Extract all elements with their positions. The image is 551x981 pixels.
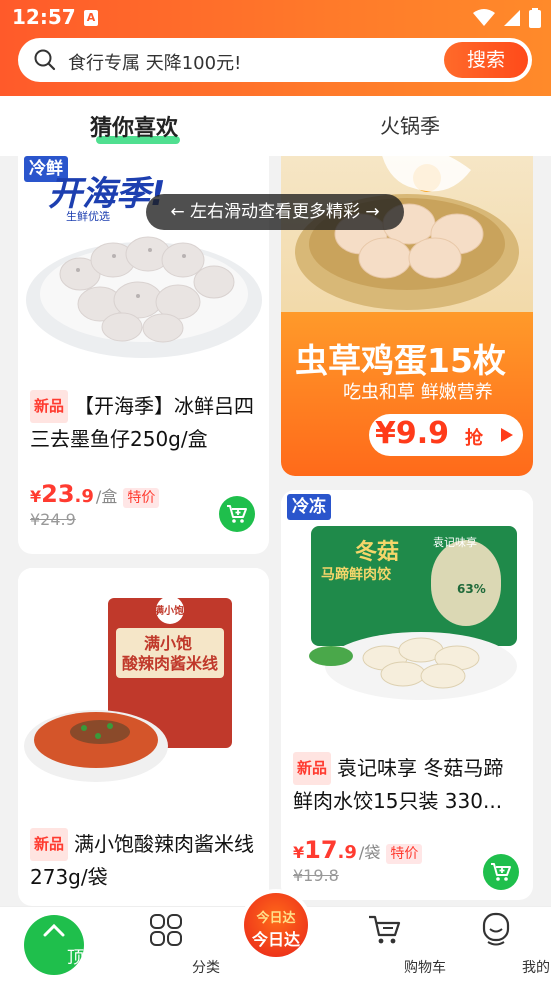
original-price: ¥24.9 [30, 510, 76, 529]
banner-price: ¥9.9 [375, 416, 450, 451]
banner-subtitle: 吃虫和草 鲜嫩营养 [343, 382, 493, 403]
today-delivery-button[interactable]: 今日达 今日达 [240, 889, 312, 961]
frozen-badge: 冷冻 [287, 494, 331, 520]
today-delivery-logo: 今日达 今日达 [244, 893, 308, 957]
back-to-top-label: 顶部 [67, 948, 101, 968]
banner-title: 虫草鸡蛋15枚 [295, 341, 506, 380]
new-tag: 新品 [293, 752, 332, 785]
product-feed[interactable]: 冷鲜 开海季! 生鲜优选 新品 【开海季】冰鲜吕四三去墨鱼仔250g/盒 ¥ 23… [0, 156, 551, 906]
swipe-hint-toast: ← 左右滑动查看更多精彩 → [146, 194, 404, 230]
bottom-nav: 顶部 分类 今日达 今日达 购物车 我的 [0, 889, 551, 981]
play-arrow-icon [501, 428, 513, 442]
price-unit: /盒 [95, 487, 118, 506]
header: 12:57 A 食行专属 天降100元! 搜索 [0, 0, 551, 96]
new-tag: 新品 [30, 390, 69, 423]
status-bar: 12:57 A [0, 0, 551, 36]
price-currency: ¥ [30, 487, 42, 506]
cart-icon [369, 915, 401, 944]
promo-image-subtext: 生鲜优选 [66, 210, 110, 223]
search-icon [34, 49, 56, 71]
package-brand-text: 袁记味享 [433, 536, 477, 549]
product-title: 新品 【开海季】冰鲜吕四三去墨鱼仔250g/盒 [30, 390, 259, 456]
chevron-up-icon [43, 923, 65, 937]
today-delivery-line2: 今日达 [251, 930, 300, 949]
product-title: 新品 袁记味享 冬菇马蹄鲜肉水饺15只装 330... [293, 752, 523, 818]
product-card[interactable]: 满小饱 满小饱 酸辣肉酱米线 新品 满小饱酸辣肉酱米线273g/袋 [18, 568, 269, 906]
package-percent-text: 63% [457, 582, 486, 596]
signal-icon [504, 10, 520, 26]
nav-cart-label: 购物车 [404, 960, 446, 976]
search-bar[interactable]: 食行专属 天降100元! 搜索 [18, 38, 532, 82]
search-button[interactable]: 搜索 [444, 42, 528, 78]
new-tag: 新品 [30, 828, 69, 861]
banner-cta: 抢 [465, 428, 483, 449]
search-input[interactable]: 食行专属 天降100元! [68, 49, 241, 75]
special-tag: 特价 [386, 844, 423, 864]
nav-category-label: 分类 [192, 960, 220, 976]
arrow-left-icon: ← [170, 202, 185, 222]
product-image [18, 568, 269, 798]
product-title: 新品 满小饱酸辣肉酱米线273g/袋 [30, 828, 259, 894]
original-price: ¥19.8 [293, 866, 339, 885]
special-tag: 特价 [123, 488, 160, 508]
swipe-hint-text: 左右滑动查看更多精彩 [190, 202, 360, 222]
status-icons [473, 8, 541, 28]
price-row: ¥ 17 .9 /袋 特价 [293, 836, 423, 864]
add-to-cart-button[interactable] [219, 496, 255, 532]
banner-image [281, 156, 533, 322]
today-delivery-line1: 今日达 [256, 911, 296, 926]
cart-icon [227, 505, 247, 523]
battery-icon [529, 8, 541, 28]
status-time: 12:57 [12, 5, 76, 29]
cart-icon [491, 863, 511, 881]
wifi-icon [473, 9, 495, 26]
price-decimal: .9 [74, 486, 94, 507]
price-decimal: .9 [337, 842, 357, 863]
package-brand-text: 满小饱 [154, 606, 184, 617]
price-unit: /袋 [358, 843, 381, 862]
user-icon [482, 912, 510, 946]
arrow-right-icon: → [365, 202, 380, 222]
product-card[interactable]: 冷冻 冬菇 马蹄鲜肉饺 袁记味享 63% 新品 袁记味享 冬菇马蹄鲜肉水饺15只装… [281, 490, 533, 900]
notification-app-icon: A [84, 10, 98, 26]
package-text-line2: 马蹄鲜肉饺 [321, 567, 391, 583]
banner-price-pill[interactable]: ¥9.9 抢 [369, 414, 523, 456]
price-row: ¥ 23 .9 /盒 特价 [30, 480, 160, 508]
package-text-line1: 冬菇 [355, 540, 400, 565]
add-to-cart-button[interactable] [483, 854, 519, 890]
product-image [281, 490, 533, 720]
package-text-line2: 酸辣肉酱米线 [122, 654, 219, 673]
tab-hotpot[interactable]: 火锅季 [380, 110, 440, 139]
back-to-top-button[interactable]: 顶部 [24, 915, 101, 975]
price-integer: 17 [304, 836, 338, 864]
tab-recommended[interactable]: 猜你喜欢 [90, 110, 178, 142]
nav-mine-label: 我的 [522, 960, 550, 976]
price-integer: 23 [41, 480, 75, 508]
price-currency: ¥ [293, 843, 305, 862]
tab-bar: 猜你喜欢 火锅季 [0, 96, 551, 156]
category-grid-icon [150, 914, 182, 946]
